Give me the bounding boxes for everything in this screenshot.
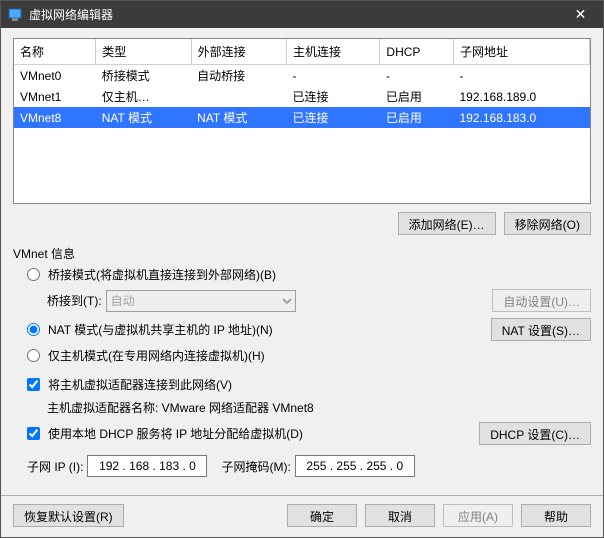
subnet-mask-input[interactable] xyxy=(295,455,415,477)
app-icon xyxy=(7,7,23,23)
add-network-button[interactable]: 添加网络(E)… xyxy=(398,212,496,235)
close-button[interactable]: ✕ xyxy=(558,1,603,28)
separator xyxy=(1,495,603,496)
dialog-window: 虚拟网络编辑器 ✕ 名称 类型 外部连接 主机连接 DHCP 子网地址 xyxy=(0,0,604,538)
bridge-radio-label: 桥接模式(将虚拟机直接连接到外部网络)(B) xyxy=(48,266,276,283)
bridge-radio[interactable] xyxy=(27,268,40,281)
subnet-row: 子网 IP (I): 子网掩码(M): xyxy=(27,455,591,477)
nat-mode-row: NAT 模式(与虚拟机共享主机的 IP 地址)(N) NAT 设置(S)… xyxy=(27,318,591,341)
bridge-to-label: 桥接到(T): xyxy=(47,292,102,309)
col-external[interactable]: 外部连接 xyxy=(191,39,286,65)
subnet-ip-label: 子网 IP (I): xyxy=(27,458,83,475)
hostonly-mode-row: 仅主机模式(在专用网络内连接虚拟机)(H) xyxy=(27,347,591,364)
dhcp-label: 使用本地 DHCP 服务将 IP 地址分配给虚拟机(D) xyxy=(48,425,303,442)
bridge-to-row: 桥接到(T): 自动 自动设置(U)… xyxy=(47,289,591,312)
window-title: 虚拟网络编辑器 xyxy=(29,6,558,23)
restore-defaults-button[interactable]: 恢复默认设置(R) xyxy=(13,504,124,527)
host-adapter-name: 主机虚拟适配器名称: VMware 网络适配器 VMnet8 xyxy=(47,399,314,416)
col-dhcp[interactable]: DHCP xyxy=(380,39,454,65)
dhcp-checkbox[interactable] xyxy=(27,427,40,440)
host-adapter-name-row: 主机虚拟适配器名称: VMware 网络适配器 VMnet8 xyxy=(47,399,591,416)
dhcp-settings-button[interactable]: DHCP 设置(C)… xyxy=(479,422,591,445)
apply-button[interactable]: 应用(A) xyxy=(443,504,513,527)
remove-network-button[interactable]: 移除网络(O) xyxy=(504,212,591,235)
host-adapter-label: 将主机虚拟适配器连接到此网络(V) xyxy=(48,376,232,393)
titlebar: 虚拟网络编辑器 ✕ xyxy=(1,1,603,28)
table-buttons-row: 添加网络(E)… 移除网络(O) xyxy=(13,212,591,235)
network-table[interactable]: 名称 类型 外部连接 主机连接 DHCP 子网地址 VMnet0 桥接模式 自动… xyxy=(13,38,591,204)
vmnet-info-label: VMnet 信息 xyxy=(13,245,591,262)
nat-radio-label: NAT 模式(与虚拟机共享主机的 IP 地址)(N) xyxy=(48,321,273,338)
bridge-mode-row: 桥接模式(将虚拟机直接连接到外部网络)(B) xyxy=(27,266,591,283)
table-row[interactable]: VMnet0 桥接模式 自动桥接 - - - xyxy=(14,65,590,87)
col-host[interactable]: 主机连接 xyxy=(286,39,379,65)
content-area: 名称 类型 外部连接 主机连接 DHCP 子网地址 VMnet0 桥接模式 自动… xyxy=(1,28,603,537)
table-row[interactable]: VMnet1 仅主机… 已连接 已启用 192.168.189.0 xyxy=(14,86,590,107)
nat-radio[interactable] xyxy=(27,323,40,336)
cancel-button[interactable]: 取消 xyxy=(365,504,435,527)
subnet-ip-input[interactable] xyxy=(87,455,207,477)
bridge-to-select[interactable]: 自动 xyxy=(106,290,296,312)
table-row[interactable]: VMnet8 NAT 模式 NAT 模式 已连接 已启用 192.168.183… xyxy=(14,107,590,128)
col-type[interactable]: 类型 xyxy=(96,39,191,65)
dhcp-row: 使用本地 DHCP 服务将 IP 地址分配给虚拟机(D) DHCP 设置(C)… xyxy=(27,422,591,445)
hostonly-radio-label: 仅主机模式(在专用网络内连接虚拟机)(H) xyxy=(48,347,265,364)
host-adapter-checkbox[interactable] xyxy=(27,378,40,391)
host-adapter-row: 将主机虚拟适配器连接到此网络(V) xyxy=(27,376,591,393)
help-button[interactable]: 帮助 xyxy=(521,504,591,527)
footer-row: 恢复默认设置(R) 确定 取消 应用(A) 帮助 xyxy=(13,504,591,527)
ok-button[interactable]: 确定 xyxy=(287,504,357,527)
auto-settings-button[interactable]: 自动设置(U)… xyxy=(492,289,591,312)
col-name[interactable]: 名称 xyxy=(14,39,96,65)
subnet-mask-label: 子网掩码(M): xyxy=(221,458,290,475)
nat-settings-button[interactable]: NAT 设置(S)… xyxy=(491,318,591,341)
hostonly-radio[interactable] xyxy=(27,349,40,362)
table-header-row: 名称 类型 外部连接 主机连接 DHCP 子网地址 xyxy=(14,39,590,65)
col-subnet[interactable]: 子网地址 xyxy=(453,39,589,65)
